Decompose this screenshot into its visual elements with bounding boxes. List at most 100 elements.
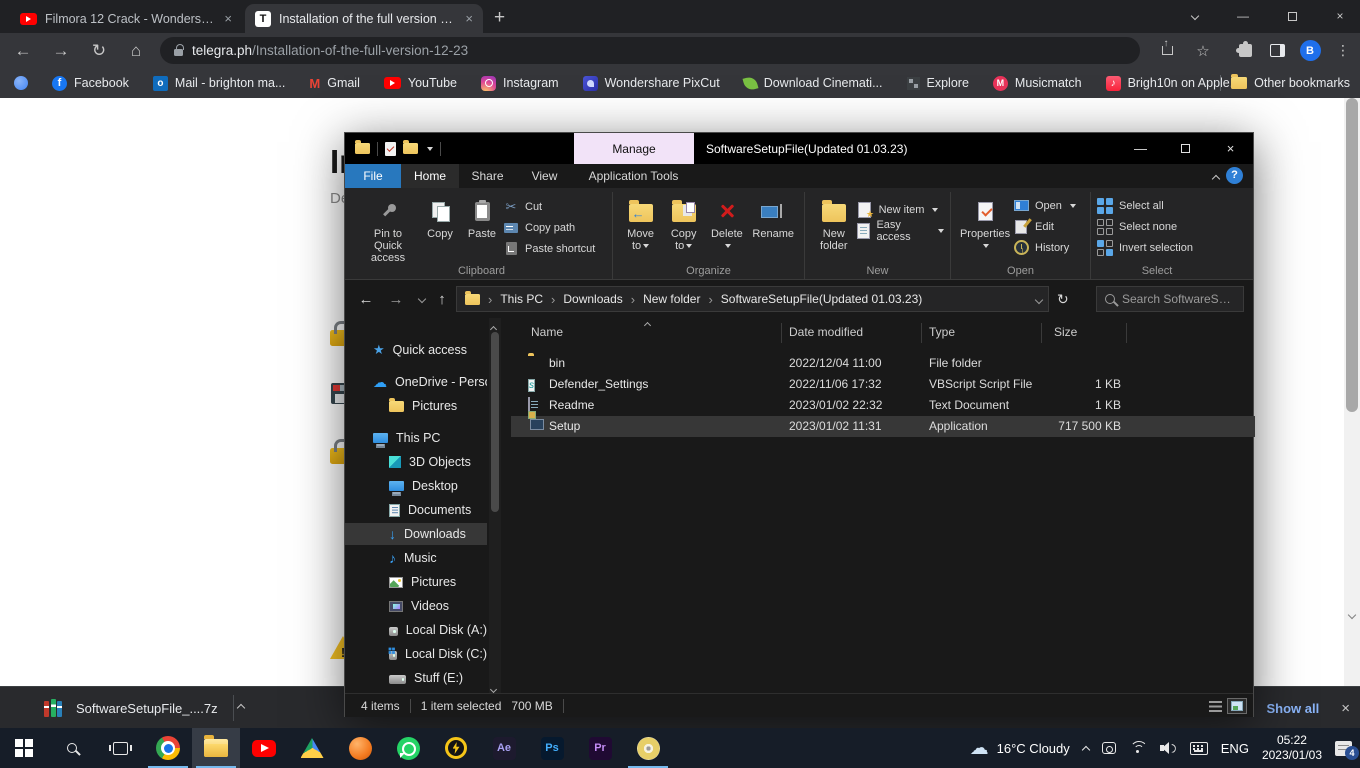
scroll-down-icon[interactable]: [1349, 605, 1355, 623]
explorer-title-bar[interactable]: Manage SoftwareSetupFile(Updated 01.03.2…: [345, 133, 1253, 164]
taskbar-whatsapp[interactable]: [384, 728, 432, 768]
taskbar-premiere[interactable]: [576, 728, 624, 768]
sidebar-item-pictures[interactable]: Pictures: [345, 571, 487, 593]
browser-minimize-button[interactable]: —: [1223, 0, 1263, 32]
column-header-size[interactable]: Size: [1054, 325, 1077, 339]
sidebar-item-pictures-onedrive[interactable]: Pictures: [345, 395, 487, 417]
tab-search-chevron-icon[interactable]: [1175, 0, 1215, 32]
manage-contextual-tab[interactable]: Manage: [574, 133, 694, 164]
sidebar-item-disk-c[interactable]: Local Disk (C:): [345, 643, 487, 665]
select-all-button[interactable]: Select all: [1097, 196, 1193, 215]
crumb-current-folder[interactable]: SoftwareSetupFile(Updated 01.03.23): [721, 292, 922, 306]
explorer-minimize-button[interactable]: —: [1118, 133, 1163, 164]
taskbar-youtube[interactable]: [240, 728, 288, 768]
sidebar-item-documents[interactable]: Documents: [345, 499, 487, 521]
tab-close-icon[interactable]: ×: [465, 11, 473, 26]
page-scrollbar-thumb[interactable]: [1346, 98, 1358, 412]
properties-button[interactable]: Properties: [957, 194, 1013, 255]
select-none-button[interactable]: Select none: [1097, 217, 1193, 236]
sidebar-item-music[interactable]: ♪Music: [345, 547, 487, 569]
show-all-downloads-button[interactable]: Show all: [1267, 701, 1320, 716]
browser-close-button[interactable]: ×: [1320, 0, 1360, 32]
meet-now-icon[interactable]: [1102, 742, 1116, 754]
new-folder-button[interactable]: New folder: [811, 194, 857, 255]
profile-avatar[interactable]: B: [1295, 33, 1325, 68]
crumb-this-pc[interactable]: This PC: [500, 292, 543, 306]
new-item-button[interactable]: ★New item: [857, 200, 944, 219]
browser-tab-installation[interactable]: T Installation of the full version – Te …: [245, 4, 483, 33]
forward-icon[interactable]: →: [46, 33, 76, 68]
menu-view[interactable]: View: [516, 164, 573, 188]
close-shelf-icon[interactable]: ×: [1341, 700, 1350, 717]
other-bookmarks-button[interactable]: Other bookmarks: [1231, 76, 1350, 90]
address-dropdown-icon[interactable]: [1036, 292, 1042, 306]
search-box[interactable]: Search SoftwareSe...: [1096, 286, 1244, 312]
sidebar-scroll-up-icon[interactable]: [491, 321, 496, 335]
details-view-button[interactable]: [1205, 698, 1225, 714]
copy-button[interactable]: Copy: [419, 194, 461, 243]
properties-shortcut-icon[interactable]: [385, 142, 396, 156]
rename-button[interactable]: Rename: [748, 194, 798, 243]
bookmark-cinematic[interactable]: Download Cinemati...: [744, 76, 883, 90]
download-item[interactable]: SoftwareSetupFile_....7z: [44, 687, 244, 729]
help-icon[interactable]: [1226, 167, 1243, 184]
apps-shortcut-icon[interactable]: [14, 76, 28, 90]
taskbar-search-button[interactable]: [48, 728, 96, 768]
edit-button[interactable]: Edit: [1013, 217, 1076, 236]
paste-shortcut-button[interactable]: Paste shortcut: [503, 239, 595, 258]
chevron-up-icon[interactable]: [236, 704, 244, 712]
wifi-icon[interactable]: [1129, 741, 1147, 755]
tab-close-icon[interactable]: ×: [224, 11, 232, 26]
bookmark-facebook[interactable]: Facebook: [52, 76, 129, 91]
touch-keyboard-icon[interactable]: [1190, 742, 1208, 755]
weather-widget[interactable]: ☁ 16°C Cloudy: [970, 739, 1070, 758]
sidebar-item-stuff-e[interactable]: Stuff (E:): [345, 667, 487, 689]
task-view-button[interactable]: [96, 728, 144, 768]
bookmark-gmail[interactable]: Gmail: [309, 76, 360, 91]
bookmark-instagram[interactable]: Instagram: [481, 76, 559, 91]
bookmark-star-icon[interactable]: ☆: [1188, 33, 1218, 68]
delete-button[interactable]: Delete: [705, 194, 748, 255]
nav-back-icon[interactable]: ←: [353, 280, 379, 318]
column-header-date[interactable]: Date modified: [789, 325, 863, 339]
file-row-readme[interactable]: Readme 2023/01/02 22:32 Text Document 1 …: [511, 395, 1255, 416]
file-row-setup-selected[interactable]: Setup 2023/01/02 11:31 Application 717 5…: [511, 416, 1255, 437]
language-indicator[interactable]: ENG: [1221, 741, 1249, 756]
menu-home[interactable]: Home: [401, 164, 459, 188]
crumb-new-folder[interactable]: New folder: [643, 292, 700, 306]
thumbnail-view-button[interactable]: [1227, 698, 1247, 714]
browser-maximize-button[interactable]: [1272, 0, 1312, 32]
sidebar-item-downloads[interactable]: ↓Downloads: [345, 523, 487, 545]
explorer-close-button[interactable]: ×: [1208, 133, 1253, 164]
pin-to-quick-access-button[interactable]: Pin to Quick access: [357, 194, 419, 267]
quick-access-folder-icon[interactable]: [355, 143, 370, 154]
copy-to-button[interactable]: Copy to: [662, 194, 705, 255]
nav-up-icon[interactable]: ↑: [429, 280, 455, 318]
bookmark-youtube[interactable]: YouTube: [384, 76, 457, 90]
paste-button[interactable]: Paste: [461, 194, 503, 243]
collapse-ribbon-icon[interactable]: [1213, 171, 1219, 185]
sidebar-item-quick-access[interactable]: ★Quick access: [345, 339, 487, 361]
explorer-maximize-button[interactable]: [1163, 133, 1208, 164]
sidebar-item-disk-a[interactable]: Local Disk (A:): [345, 619, 487, 641]
clock[interactable]: 05:22 2023/01/03: [1262, 733, 1322, 763]
sidebar-item-desktop[interactable]: Desktop: [345, 475, 487, 497]
taskbar-fl-studio[interactable]: [336, 728, 384, 768]
new-folder-shortcut-icon[interactable]: [403, 143, 418, 154]
browser-menu-icon[interactable]: ⋮: [1328, 33, 1358, 68]
qat-dropdown-icon[interactable]: [427, 147, 433, 151]
back-icon[interactable]: ←: [8, 33, 38, 68]
address-bar[interactable]: telegra.ph/Installation-of-the-full-vers…: [160, 37, 1140, 64]
file-row-defender-settings[interactable]: Defender_Settings 2022/11/06 17:32 VBScr…: [511, 374, 1255, 395]
volume-icon[interactable]: [1160, 742, 1177, 755]
browser-tab-filmora[interactable]: Filmora 12 Crack - Wondershare ×: [10, 4, 242, 33]
sidebar-scrollbar-thumb[interactable]: [491, 332, 499, 512]
move-to-button[interactable]: ← Move to: [619, 194, 662, 255]
notification-center-icon[interactable]: 4: [1335, 741, 1352, 756]
crumb-downloads[interactable]: Downloads: [563, 292, 622, 306]
bookmark-pixcut[interactable]: Wondershare PixCut: [583, 76, 720, 91]
copy-path-button[interactable]: Copy path: [503, 218, 595, 237]
lock-icon[interactable]: [174, 49, 183, 56]
menu-application-tools[interactable]: Application Tools: [573, 164, 694, 188]
taskbar-after-effects[interactable]: [480, 728, 528, 768]
